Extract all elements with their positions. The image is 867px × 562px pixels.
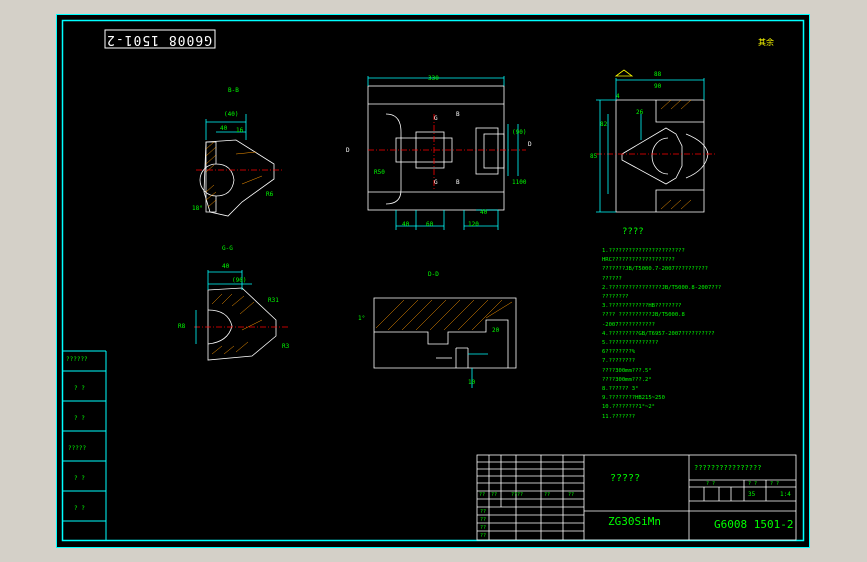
dim-d-d-1: 20 bbox=[492, 327, 500, 334]
left-col-2: ? ? bbox=[74, 415, 85, 422]
note-line: ???????JB/T5000.7-2007?????????? bbox=[602, 266, 708, 273]
tb-left-row-3: ?? bbox=[480, 533, 487, 539]
dim-b-b-2: 16 bbox=[236, 127, 244, 134]
note-line: 4.?????????GB/T6957-2007?????????? bbox=[602, 330, 715, 337]
note-line: 11.??????? bbox=[602, 413, 636, 420]
tb-left-0: ?? bbox=[479, 492, 486, 498]
header-cell-2: ? ? bbox=[770, 481, 780, 487]
dim-front-13: 1100 bbox=[512, 179, 527, 186]
inner-frame bbox=[61, 19, 805, 542]
note-line: 3.????????????HB???????? bbox=[602, 303, 682, 310]
dim-front-12: (90) bbox=[512, 129, 527, 136]
scale-cell-1: 1:4 bbox=[780, 491, 791, 498]
dim-front-3: B bbox=[456, 111, 460, 118]
tb-left-row-1: ?? bbox=[480, 517, 487, 523]
roughness-symbol: 其余 bbox=[758, 38, 774, 47]
left-col-5: ? ? bbox=[74, 505, 85, 512]
tb-left-3: ?? bbox=[544, 492, 551, 498]
part-name: ????? bbox=[610, 473, 641, 484]
left-col-4: ? ? bbox=[74, 475, 85, 482]
header-cell-0: ? ? bbox=[706, 481, 716, 487]
tb-left-row-0: ?? bbox=[480, 509, 487, 515]
section-label-b-b: B-B bbox=[228, 87, 239, 94]
section-label-g-g: G-G bbox=[222, 245, 233, 252]
dim-front-2: D bbox=[528, 141, 532, 148]
note-line: 5.??????????????? bbox=[602, 340, 659, 346]
note-line: 8.?????? 3° bbox=[602, 386, 639, 392]
dim-front-0: 330 bbox=[428, 75, 439, 82]
dim-front-11: 40 bbox=[480, 209, 488, 216]
note-line: HRC??????????????????? bbox=[602, 257, 675, 264]
dim-g-g-2: R31 bbox=[268, 297, 279, 304]
dim-front-7: R50 bbox=[374, 169, 385, 176]
dim-front-5: G bbox=[434, 115, 438, 122]
dim-front-10: 120 bbox=[468, 221, 479, 228]
material: ZG30SiMn bbox=[608, 515, 661, 528]
tb-left-1: ?? bbox=[491, 492, 498, 498]
section-label-d-d: D-D bbox=[428, 271, 439, 278]
dim-g-g-0: 40 bbox=[222, 263, 230, 270]
note-line: ???????? bbox=[602, 294, 629, 300]
note-line: -2007??????????? bbox=[602, 321, 655, 328]
note-line: ?????? bbox=[602, 275, 622, 282]
dim-side-0: 88 bbox=[654, 71, 662, 78]
dim-side-4: 26 bbox=[636, 109, 644, 116]
scale-cell-0: 35 bbox=[748, 491, 756, 498]
dim-side-2: 85 bbox=[590, 153, 598, 160]
dim-front-9: 60 bbox=[426, 221, 434, 228]
dim-side-5: 4 bbox=[616, 93, 620, 100]
dim-b-b-0: (40) bbox=[224, 111, 239, 118]
section-d-d bbox=[373, 297, 517, 388]
notes-title: ???? bbox=[622, 227, 644, 237]
left-col-0: ?????? bbox=[66, 356, 88, 363]
drawing-sheet: G6008 1501-2 其余 B-B G-G D-D (40) 40 16 R… bbox=[56, 14, 810, 548]
left-col-1: ? ? bbox=[74, 385, 85, 392]
dim-g-g-3: R8 bbox=[178, 323, 186, 330]
header-cell-1: ? ? bbox=[748, 481, 758, 487]
dim-side-1: 90 bbox=[654, 83, 662, 90]
note-line: 7.???????? bbox=[602, 358, 636, 365]
tb-left-4: ?? bbox=[568, 492, 575, 498]
dim-front-6: G bbox=[434, 179, 438, 186]
dim-front-1: D bbox=[346, 147, 350, 154]
front-view bbox=[367, 76, 526, 230]
dim-d-d-2: 10 bbox=[468, 379, 476, 386]
note-line: 2.????????????????JB/T5000.8-2007??? bbox=[602, 284, 722, 291]
dim-g-g-4: R3 bbox=[282, 343, 290, 350]
note-line: 6????????% bbox=[602, 349, 636, 356]
note-line: 1.??????????????????????? bbox=[602, 248, 685, 254]
dim-side-3: 82 bbox=[600, 121, 608, 128]
tb-left-row-2: ?? bbox=[480, 525, 487, 531]
dim-front-4: B bbox=[456, 179, 460, 186]
note-line: 9.????????HB215~250 bbox=[602, 395, 665, 402]
title-drawing-number: G6008 1501-2 bbox=[714, 518, 794, 531]
side-view bbox=[596, 69, 716, 213]
dim-b-b-3: R6 bbox=[266, 191, 274, 198]
note-line: ????300mm???.5° bbox=[602, 367, 652, 374]
note-line: 10.????????1°~2° bbox=[602, 404, 655, 411]
note-line: ????300mm???.2° bbox=[602, 376, 652, 383]
dim-d-d-0: 1° bbox=[358, 315, 366, 322]
company-name: ???????????????? bbox=[694, 464, 762, 472]
tb-left-2: ???? bbox=[511, 492, 524, 498]
dim-front-8: 40 bbox=[402, 221, 410, 228]
left-col-3: ????? bbox=[68, 445, 87, 452]
dim-b-b-4: 18° bbox=[192, 205, 203, 212]
dim-g-g-1: (90) bbox=[232, 277, 247, 284]
note-line: ???? ??????????JB/T5000.8 bbox=[602, 312, 685, 319]
dim-b-b-1: 40 bbox=[220, 125, 228, 132]
mirror-drawing-number: G6008 1501-2 bbox=[106, 32, 212, 47]
